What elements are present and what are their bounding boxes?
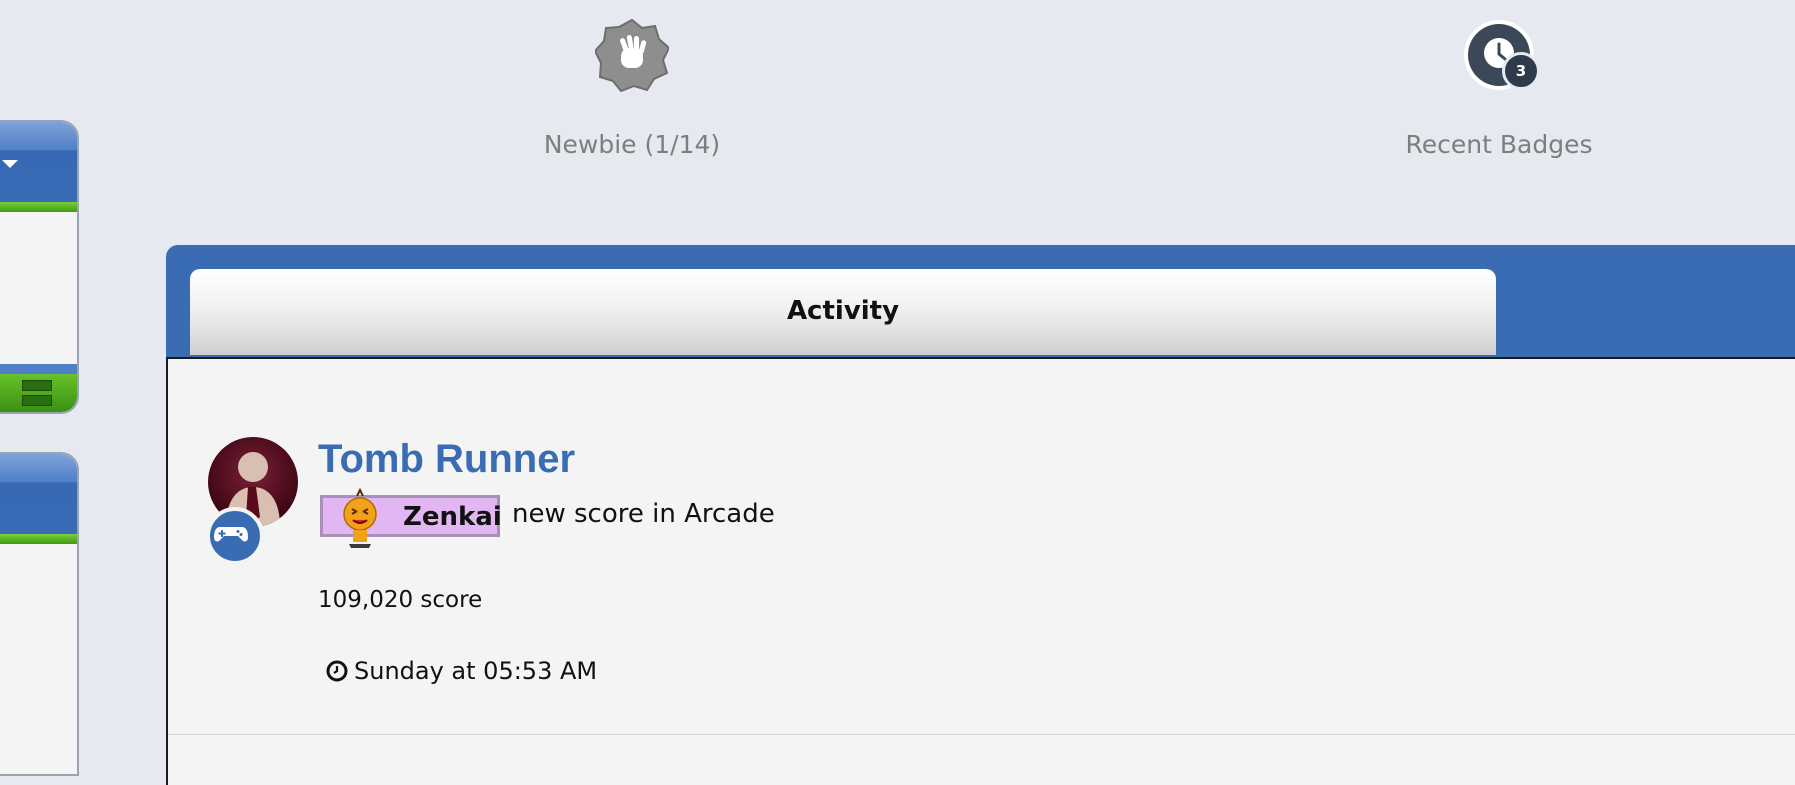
clock-icon: 3 <box>1462 18 1540 92</box>
divider <box>168 734 1795 735</box>
character-avatar-icon <box>343 487 377 548</box>
menu-icon[interactable] <box>22 380 52 406</box>
sidebar-panel-footer <box>0 364 77 412</box>
badge-newbie[interactable]: Newbie (1/14) <box>530 18 734 159</box>
sidebar-panel-header-2[interactable] <box>0 454 77 534</box>
user-badge[interactable]: Zenkai <box>320 487 502 548</box>
clock-small-icon <box>326 660 348 688</box>
waving-hand-icon <box>593 18 671 93</box>
badge-label: Recent Badges <box>1405 130 1593 159</box>
activity-score: 109,020 score <box>318 587 483 613</box>
gamepad-icon <box>206 507 264 565</box>
activity-time: Sunday at 05:53 AM <box>326 657 597 688</box>
badge-count: 3 <box>1502 52 1540 90</box>
sidebar-panel-top <box>0 120 79 414</box>
activity-card: Activity Tomb Runner Zenkai new score in… <box>166 245 1795 785</box>
sidebar-panel-header[interactable] <box>0 122 77 202</box>
activity-content: Tomb Runner Zenkai new score in Arcade 1… <box>166 357 1795 785</box>
username: Zenkai <box>403 502 502 532</box>
badge-recent[interactable]: 3 Recent Badges <box>1385 18 1613 159</box>
activity-time-text: Sunday at 05:53 AM <box>354 657 598 685</box>
activity-title[interactable]: Tomb Runner <box>318 437 575 482</box>
sidebar-panel-bottom <box>0 452 79 776</box>
badge-label: Newbie (1/14) <box>543 130 721 159</box>
tab-activity[interactable]: Activity <box>190 269 1496 355</box>
sidebar-panel-stripe <box>0 202 77 212</box>
sidebar-panel-stripe-2 <box>0 534 77 544</box>
dropdown-arrow-icon[interactable] <box>2 160 18 168</box>
activity-action: new score in Arcade <box>512 499 775 529</box>
